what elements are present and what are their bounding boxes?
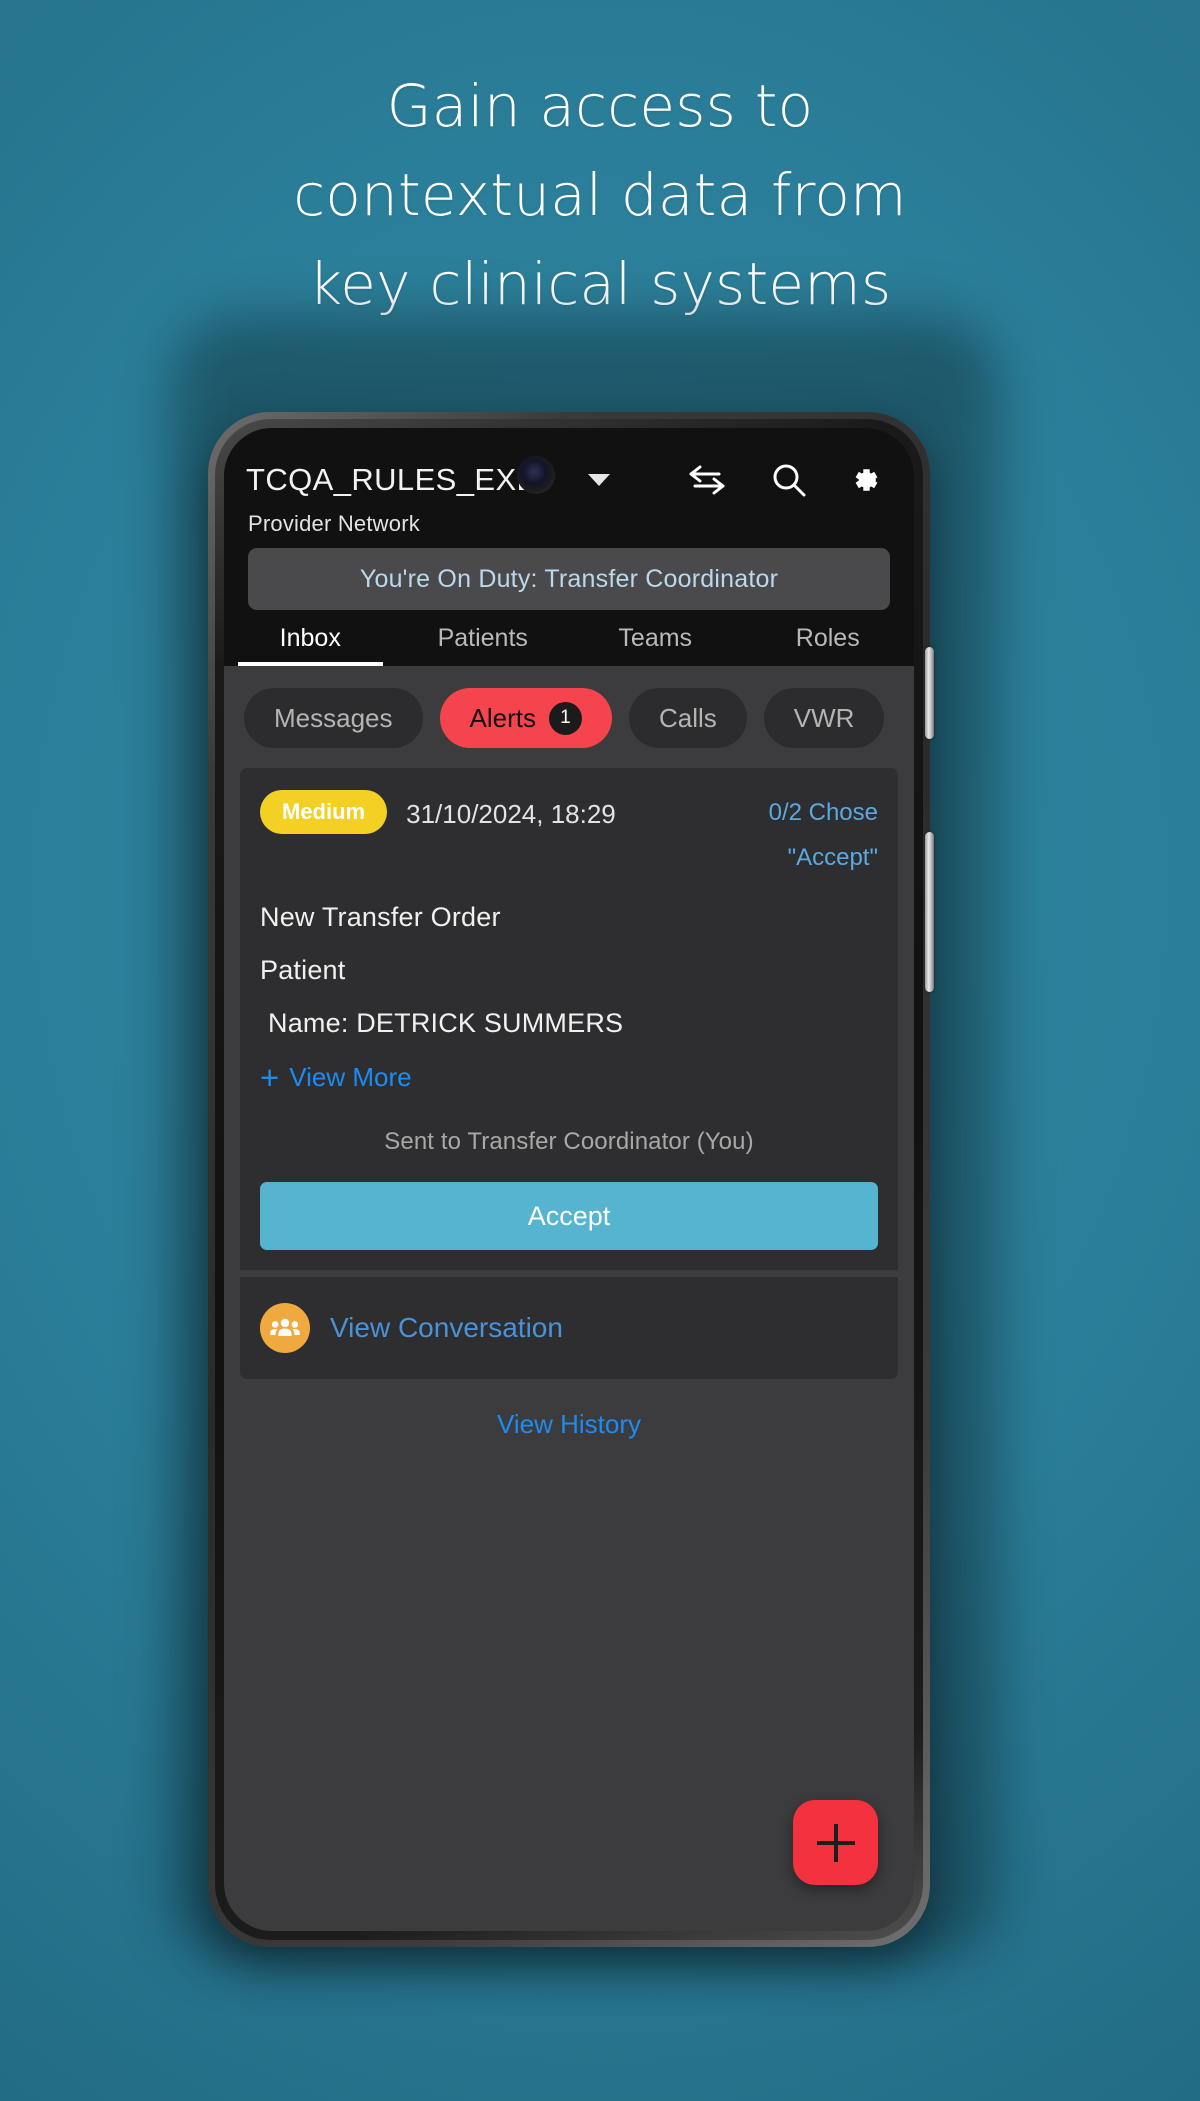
severity-badge: Medium [260,790,388,834]
search-icon[interactable] [771,462,807,498]
filter-chip-row: Messages Alerts 1 Calls VWR [224,666,914,768]
chip-calls[interactable]: Calls [628,688,747,748]
camera-punch-hole [517,456,555,494]
view-history-link[interactable]: View History [240,1379,898,1440]
settings-gear-icon[interactable] [850,461,888,499]
app-title: TCQA_RULES_EXECU [246,462,546,497]
response-count: 0/2 Chose "Accept" [769,790,878,880]
response-count-line1: 0/2 Chose [768,799,878,826]
tab-patients[interactable]: Patients [397,624,570,666]
chevron-down-icon[interactable] [588,474,610,486]
headline-line-1: Gain access to [386,72,814,140]
tab-inbox-label: Inbox [279,624,341,652]
transfer-arrows-icon[interactable] [686,463,728,497]
tab-teams[interactable]: Teams [569,624,742,666]
group-people-icon [260,1303,310,1353]
tab-patients-label: Patients [437,624,528,652]
card-divider [240,1270,898,1277]
plus-icon [816,1823,855,1862]
phone-device-frame: TCQA_RULES_EXECU [208,412,934,1947]
patient-name: Name: DETRICK SUMMERS [268,1008,624,1038]
view-conversation-row[interactable]: View Conversation [240,1277,898,1379]
view-conversation-label: View Conversation [330,1312,563,1343]
app-header: TCQA_RULES_EXECU [224,428,914,610]
duty-status-text: You're On Duty: Transfer Coordinator [359,564,779,593]
alert-list: Medium 31/10/2024, 18:29 0/2 Chose "Acce… [224,768,914,1440]
chip-messages-label: Messages [274,702,393,733]
tab-roles[interactable]: Roles [742,624,915,666]
headline-line-2: contextual data from [293,161,907,229]
chip-vwr[interactable]: VWR [763,688,885,748]
app-header-top-row: TCQA_RULES_EXECU [246,454,892,506]
network-subtitle: Provider Network [248,511,420,536]
main-tab-bar: Inbox Patients Teams Roles [224,610,914,666]
chip-messages[interactable]: Messages [244,688,423,748]
phone-volume-button[interactable] [925,832,934,992]
promo-headline: Gain access to contextual data from key … [0,62,1200,329]
view-more-label: View More [289,1062,412,1092]
chip-calls-label: Calls [658,702,717,733]
chip-vwr-label: VWR [793,702,855,733]
tab-inbox[interactable]: Inbox [224,624,397,666]
phone-screen: TCQA_RULES_EXECU [224,428,914,1931]
view-more-link[interactable]: + View More [260,1061,878,1094]
phone-power-button[interactable] [925,647,934,739]
tab-roles-label: Roles [795,624,860,652]
accept-button[interactable]: Accept [260,1182,878,1250]
view-history-label: View History [496,1409,641,1439]
chip-alerts[interactable]: Alerts 1 [439,688,612,748]
alert-card[interactable]: Medium 31/10/2024, 18:29 0/2 Chose "Acce… [240,768,898,1270]
tab-teams-label: Teams [618,624,693,652]
phone-bezel: TCQA_RULES_EXECU [215,419,923,1940]
alert-section-label: Patient [260,955,346,985]
alert-title: New Transfer Order [260,902,501,932]
sent-to-text: Sent to Transfer Coordinator (You) [384,1128,754,1155]
response-count-line2: "Accept" [787,844,878,871]
plus-icon: + [260,1059,280,1096]
duty-status-banner[interactable]: You're On Duty: Transfer Coordinator [248,548,890,610]
add-new-button[interactable] [793,1800,878,1885]
chip-alerts-label: Alerts [469,702,536,733]
chip-alerts-badge: 1 [548,701,582,735]
alert-card-header: Medium 31/10/2024, 18:29 0/2 Chose "Acce… [260,790,878,880]
alert-timestamp: 31/10/2024, 18:29 [406,799,616,829]
header-actions [686,461,892,499]
